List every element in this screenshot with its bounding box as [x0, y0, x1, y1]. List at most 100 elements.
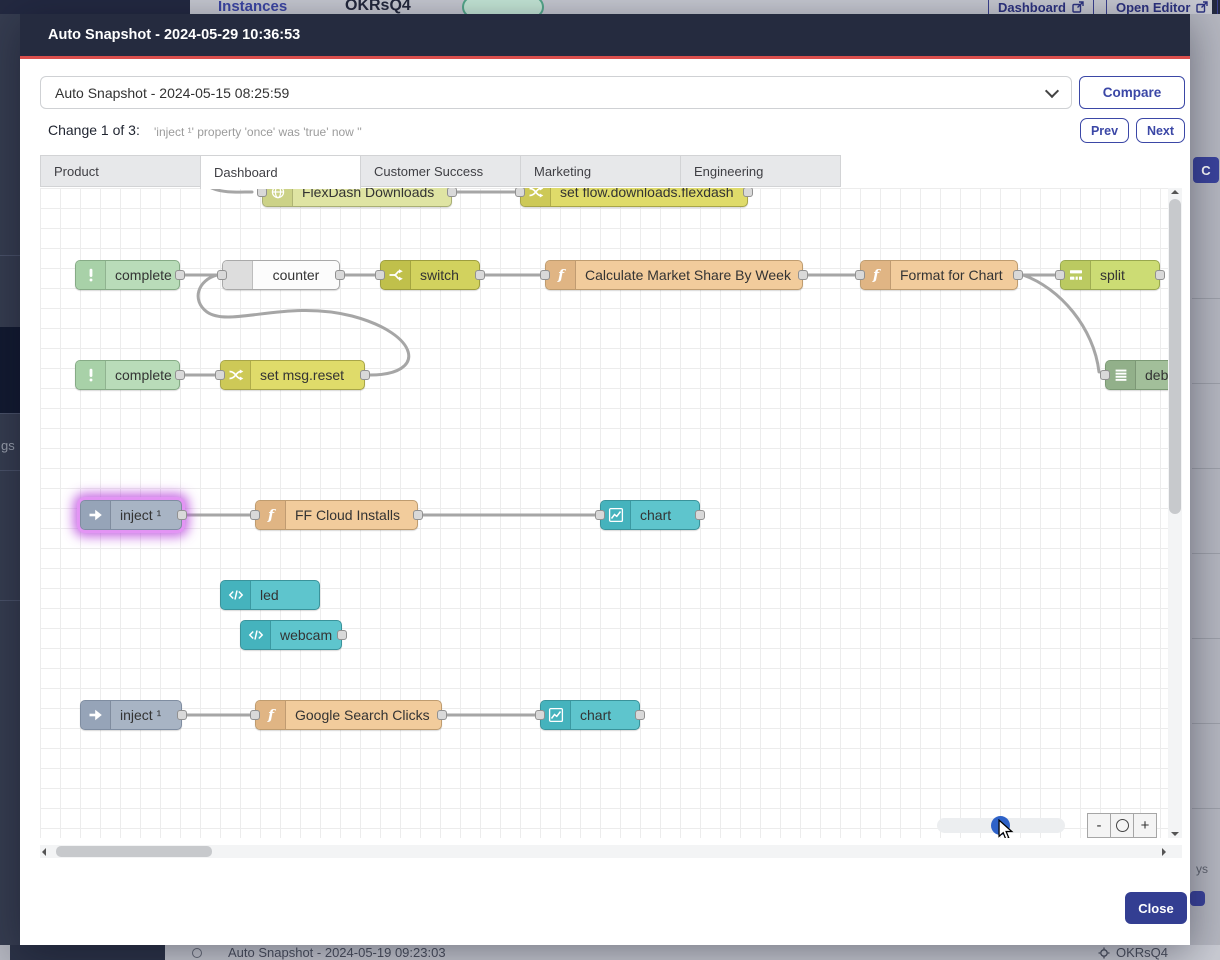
chart-icon	[601, 501, 631, 529]
node-port-out[interactable]	[337, 630, 347, 640]
node-webcam[interactable]: webcam	[240, 620, 342, 650]
node-port-out[interactable]	[335, 270, 345, 280]
node-port-in[interactable]	[535, 710, 545, 720]
node-label: inject ¹	[111, 707, 181, 723]
zoom-reset-button[interactable]	[1110, 813, 1134, 838]
sidebar-item-settings-fragment[interactable]: gs	[1, 438, 15, 453]
sidebar-item-active[interactable]	[0, 327, 20, 413]
node-inject1[interactable]: inject ¹	[80, 500, 182, 530]
node-port-out[interactable]	[413, 510, 423, 520]
chevron-down-icon	[1045, 83, 1059, 97]
node-complete2[interactable]: complete	[75, 360, 180, 390]
sidebar-divider	[0, 413, 20, 414]
node-label: complete	[106, 367, 179, 383]
instance-name: OKRsQ4	[345, 0, 411, 14]
node-port-out[interactable]	[695, 510, 705, 520]
node-port-in[interactable]	[855, 270, 865, 280]
node-port-in[interactable]	[250, 710, 260, 720]
tab-customer-success[interactable]: Customer Success	[360, 155, 521, 187]
flow-canvas[interactable]: - + FlexDash Downloads set flow.downloads…	[40, 188, 1168, 838]
node-label: Calculate Market Share By Week	[576, 267, 802, 283]
node-port-out[interactable]	[635, 710, 645, 720]
node-port-in[interactable]	[515, 188, 525, 197]
breadcrumb-instances[interactable]: Instances	[218, 0, 287, 14]
dialog-title: Auto Snapshot - 2024-05-29 10:36:53	[48, 27, 300, 43]
tab-engineering[interactable]: Engineering	[680, 155, 841, 187]
node-port-in[interactable]	[217, 270, 227, 280]
zoom-out-button[interactable]: -	[1087, 813, 1111, 838]
node-port-out[interactable]	[175, 370, 185, 380]
node-port-in[interactable]	[1100, 370, 1110, 380]
zoom-in-button[interactable]: +	[1133, 813, 1157, 838]
node-port-out[interactable]	[437, 710, 447, 720]
node-debug[interactable]: debug	[1105, 360, 1168, 390]
node-port-in[interactable]	[595, 510, 605, 520]
change-icon	[521, 188, 551, 206]
node-port-in[interactable]	[375, 270, 385, 280]
scroll-left-arrow[interactable]	[42, 848, 46, 856]
dashboard-button[interactable]: Dashboard	[988, 0, 1094, 14]
node-split[interactable]: split	[1060, 260, 1160, 290]
node-port-out[interactable]	[1013, 270, 1023, 280]
node-port-out[interactable]	[1155, 270, 1165, 280]
background-topbar: Instances OKRsQ4 Dashboard Open Editor	[0, 0, 1220, 14]
node-port-in[interactable]	[257, 188, 267, 197]
function-icon: f	[256, 501, 286, 529]
node-port-out[interactable]	[177, 510, 187, 520]
node-complete1[interactable]: complete	[75, 260, 180, 290]
node-counter[interactable]: counter	[222, 260, 340, 290]
node-port-in[interactable]	[540, 270, 550, 280]
node-port-out[interactable]	[447, 188, 457, 197]
node-port-out[interactable]	[798, 270, 808, 280]
vertical-scrollbar[interactable]	[1168, 188, 1182, 838]
exclamation-icon	[76, 361, 106, 389]
node-port-out[interactable]	[175, 270, 185, 280]
node-port-out[interactable]	[360, 370, 370, 380]
node-flexdash[interactable]: FlexDash Downloads	[262, 188, 452, 207]
background-sidebar-bottom	[10, 945, 165, 960]
prev-button[interactable]: Prev	[1080, 118, 1129, 143]
compare-button-fragment[interactable]: C	[1193, 157, 1219, 183]
open-editor-button[interactable]: Open Editor	[1106, 0, 1218, 14]
next-button[interactable]: Next	[1136, 118, 1185, 143]
node-port-in[interactable]	[215, 370, 225, 380]
node-led[interactable]: led	[220, 580, 320, 610]
sidebar-divider	[0, 255, 20, 256]
vertical-scrollbar-thumb[interactable]	[1169, 199, 1181, 514]
node-port-in[interactable]	[1055, 270, 1065, 280]
background-nav-dark	[0, 0, 190, 14]
scroll-right-arrow[interactable]	[1162, 848, 1166, 856]
tab-marketing[interactable]: Marketing	[520, 155, 681, 187]
snapshot-list-item[interactable]: Auto Snapshot - 2024-05-19 09:23:03	[228, 945, 446, 960]
compare-button[interactable]: Compare	[1079, 76, 1185, 109]
node-ff[interactable]: fFF Cloud Installs	[255, 500, 418, 530]
scroll-up-arrow[interactable]	[1171, 190, 1179, 194]
external-link-icon	[1072, 1, 1084, 13]
node-setflow[interactable]: set flow.downloads.flexdash	[520, 188, 748, 207]
node-chart2[interactable]: chart	[540, 700, 640, 730]
node-port-out[interactable]	[743, 188, 753, 197]
node-inject2[interactable]: inject ¹	[80, 700, 182, 730]
sidebar-divider	[0, 600, 20, 601]
node-port-in[interactable]	[250, 510, 260, 520]
close-button[interactable]: Close	[1125, 892, 1187, 924]
horizontal-scrollbar-thumb[interactable]	[56, 846, 212, 857]
node-setmsg[interactable]: set msg.reset	[220, 360, 365, 390]
scroll-down-arrow[interactable]	[1171, 832, 1179, 836]
tab-dashboard[interactable]: Dashboard	[200, 155, 361, 189]
code-icon	[241, 621, 271, 649]
node-switch[interactable]: switch	[380, 260, 480, 290]
node-port-out[interactable]	[475, 270, 485, 280]
node-calc[interactable]: fCalculate Market Share By Week	[545, 260, 803, 290]
node-format[interactable]: fFormat for Chart	[860, 260, 1018, 290]
globe-icon	[263, 188, 293, 206]
node-port-out[interactable]	[177, 710, 187, 720]
snapshot-select[interactable]: Auto Snapshot - 2024-05-15 08:25:59	[40, 76, 1072, 109]
action-button-fragment[interactable]	[1190, 891, 1205, 906]
background-right-column: C ys	[1190, 14, 1220, 945]
horizontal-scrollbar[interactable]	[40, 845, 1168, 858]
tab-product[interactable]: Product	[40, 155, 201, 187]
change-counter: Change 1 of 3:	[48, 122, 140, 138]
node-google[interactable]: fGoogle Search Clicks	[255, 700, 442, 730]
node-chart1[interactable]: chart	[600, 500, 700, 530]
